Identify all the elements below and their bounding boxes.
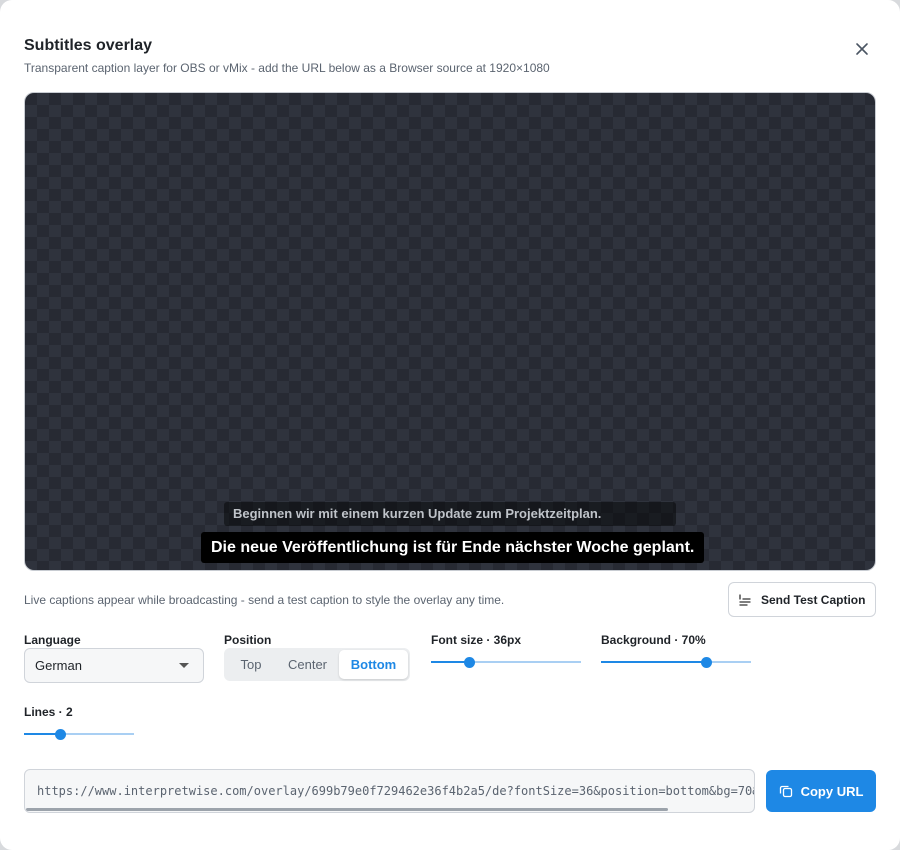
language-label: Language (24, 633, 81, 647)
caption-icon (739, 593, 751, 606)
close-icon (856, 43, 868, 55)
language-select[interactable]: German (24, 648, 204, 683)
copy-icon (779, 785, 792, 798)
font-size-slider-thumb[interactable] (463, 657, 475, 668)
position-option-center[interactable]: Center (276, 650, 339, 679)
subtitles-overlay-dialog: Subtitles overlay Transparent caption la… (0, 0, 900, 850)
background-slider[interactable] (601, 654, 751, 670)
font-size-label: Font size · 36px (431, 633, 522, 647)
current-caption: Die neue Veröffentlichung ist für Ende n… (201, 532, 705, 563)
overlay-url-text: https://www.interpretwise.com/overlay/69… (37, 784, 754, 798)
chevron-down-icon (179, 663, 189, 668)
background-slider-thumb[interactable] (701, 657, 712, 668)
position-toggle: Top Center Bottom (224, 648, 410, 681)
copy-url-label: Copy URL (800, 783, 864, 799)
broadcast-hint: Live captions appear while broadcasting … (24, 593, 505, 607)
close-button[interactable] (850, 37, 874, 61)
overlay-url-field[interactable]: https://www.interpretwise.com/overlay/69… (24, 769, 755, 813)
font-size-slider[interactable] (431, 654, 581, 670)
lines-label: Lines · 2 (24, 705, 73, 719)
lines-slider[interactable] (24, 726, 134, 742)
lines-slider-thumb[interactable] (55, 729, 67, 740)
previous-caption: Beginnen wir mit einem kurzen Update zum… (224, 502, 676, 526)
position-option-top[interactable]: Top (226, 650, 276, 679)
dialog-subtitle: Transparent caption layer for OBS or vMi… (24, 61, 550, 75)
position-option-bottom[interactable]: Bottom (339, 650, 408, 679)
background-label: Background · 70% (601, 633, 706, 647)
copy-url-button[interactable]: Copy URL (766, 770, 876, 812)
send-test-caption-label: Send Test Caption (761, 592, 866, 607)
position-label: Position (224, 633, 272, 647)
overlay-preview: Beginnen wir mit einem kurzen Update zum… (24, 92, 876, 571)
url-scrollbar[interactable] (26, 808, 668, 811)
dialog-title: Subtitles overlay (24, 37, 153, 54)
language-value: German (35, 658, 82, 673)
send-test-caption-button[interactable]: Send Test Caption (728, 582, 876, 617)
